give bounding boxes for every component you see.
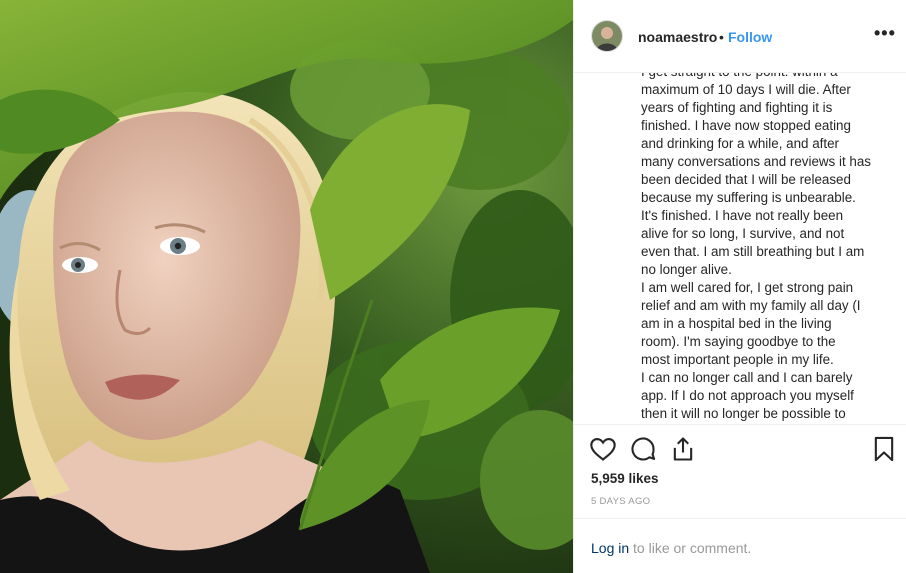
username-link[interactable]: noamaestro (638, 29, 717, 45)
login-text: Log in to like or comment. (591, 540, 751, 556)
post-timestamp[interactable]: 5 DAYS AGO (591, 496, 650, 507)
caption-text: I get straight to the point: within amax… (641, 73, 886, 423)
avatar[interactable] (591, 20, 623, 52)
caption-line: many conversations and reviews it has (641, 154, 871, 169)
post-photo[interactable] (0, 0, 573, 573)
heart-icon[interactable] (589, 435, 617, 463)
caption-line: relief and am with my family all day (I (641, 298, 861, 313)
caption-line: been decided that I will be released (641, 172, 851, 187)
caption-line: then it will no longer be possible to (641, 406, 846, 421)
caption-line: and drinking for a while, and after (641, 136, 840, 151)
caption-line: because my suffering is unbearable. (641, 190, 856, 205)
caption-line: most important people in my life. (641, 352, 834, 367)
caption-line: I am well cared for, I get strong pain (641, 280, 854, 295)
caption-line: even that. I am still breathing but I am (641, 244, 865, 259)
follow-button[interactable]: Follow (728, 29, 772, 45)
like-count[interactable]: 5,959 likes (591, 471, 659, 486)
caption-line: room). I'm saying goodbye to the (641, 334, 836, 349)
post-header: noamaestro • Follow ••• (574, 0, 906, 73)
instagram-post: noamaestro • Follow ••• I get straight t… (0, 0, 906, 573)
share-icon[interactable] (669, 435, 697, 463)
caption-line: am in a hospital bed in the living (641, 316, 832, 331)
bookmark-icon[interactable] (870, 435, 898, 463)
comment-icon[interactable] (629, 435, 657, 463)
photo-illustration (0, 0, 573, 573)
caption-line: I can no longer call and I can barely (641, 370, 853, 385)
caption-line: no longer alive. (641, 262, 732, 277)
caption-line: app. If I do not approach you myself (641, 388, 854, 403)
login-suffix: to like or comment. (629, 540, 752, 556)
caption-scroll-area[interactable]: I get straight to the point: within amax… (574, 73, 906, 424)
caption-line: years of fighting and fighting it is (641, 100, 833, 115)
caption-line: I get straight to the point: within a (641, 73, 886, 81)
caption-line: alive for so long, I survive, and not (641, 226, 845, 241)
login-prompt: Log in to like or comment. (574, 518, 906, 573)
post-side-panel: noamaestro • Follow ••• I get straight t… (573, 0, 906, 573)
separator-dot: • (719, 29, 724, 45)
caption-line: maximum of 10 days I will die. After (641, 82, 851, 97)
login-link[interactable]: Log in (591, 540, 629, 556)
caption-line: finished. I have now stopped eating (641, 118, 851, 133)
avatar-image (592, 21, 622, 51)
more-options-icon[interactable]: ••• (874, 24, 896, 46)
caption-line: It's finished. I have not really been (641, 208, 844, 223)
action-bar: 5,959 likes 5 DAYS AGO (574, 424, 906, 518)
